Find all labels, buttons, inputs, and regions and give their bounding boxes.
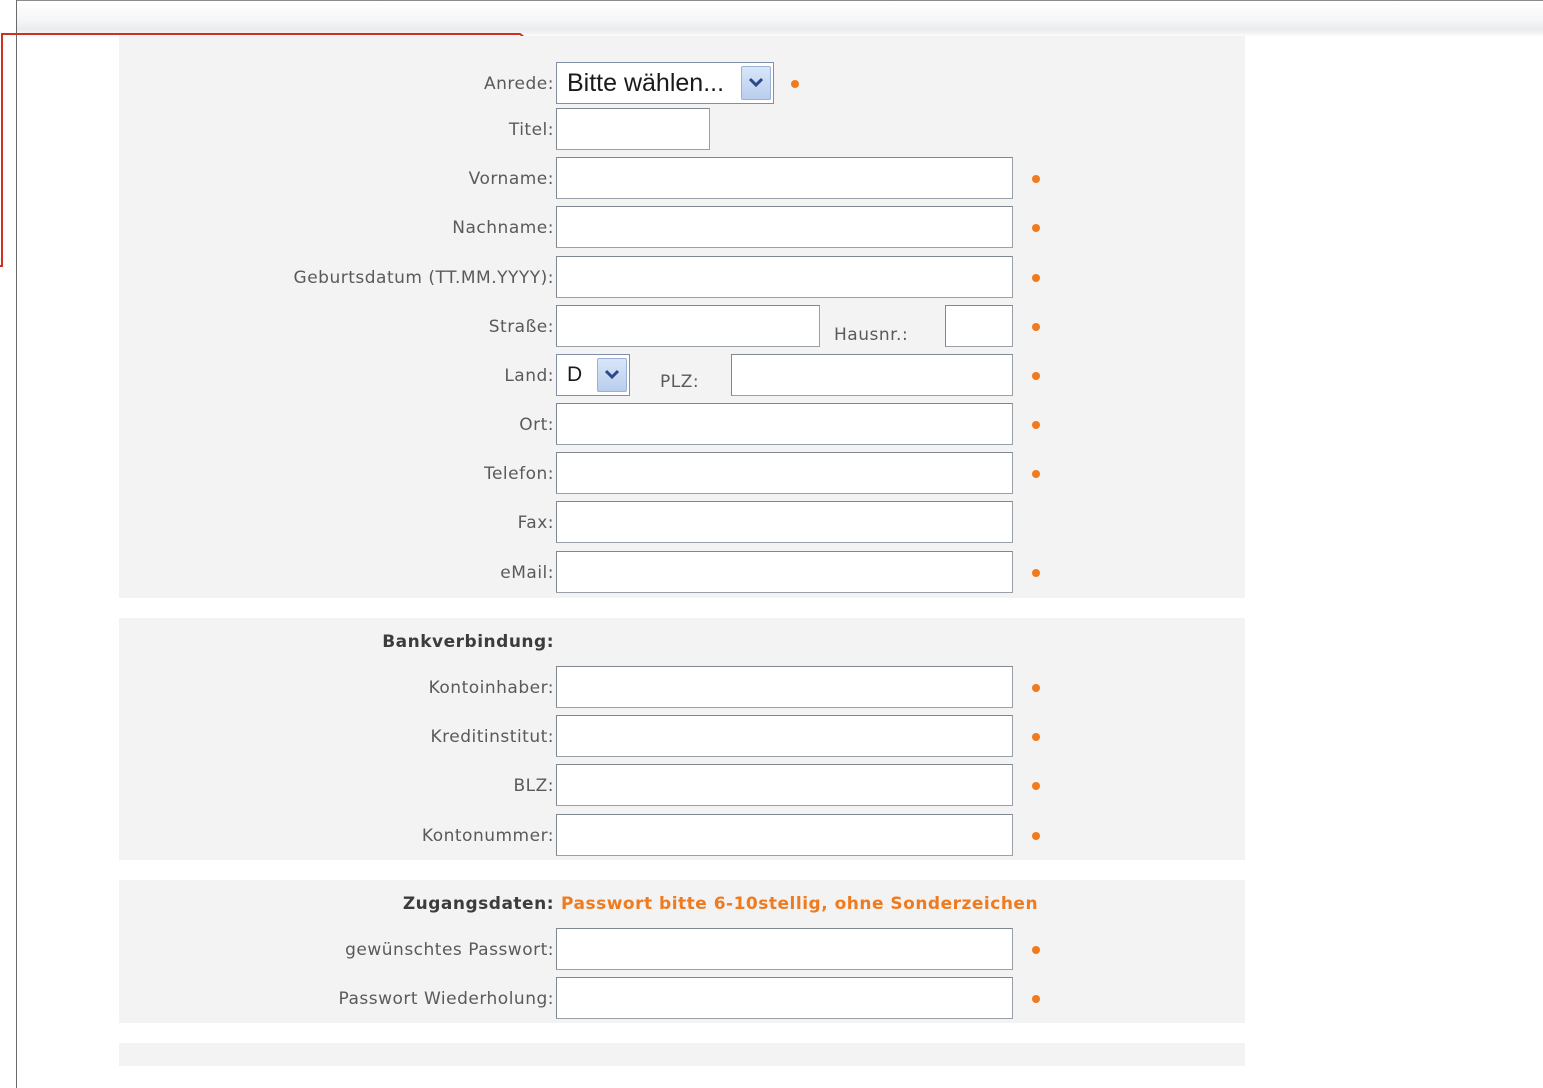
password-repeat-label: Passwort Wiederholung: bbox=[338, 989, 554, 1009]
geburtsdatum-label: Geburtsdatum (TT.MM.YYYY): bbox=[293, 268, 554, 288]
nachname-input[interactable] bbox=[556, 206, 1013, 248]
land-label: Land: bbox=[504, 366, 554, 386]
required-dot-icon bbox=[1032, 995, 1040, 1003]
personal-data-section: Anrede: Bitte wählen... Titel: Vorname: … bbox=[119, 36, 1245, 598]
plz-label: PLZ: bbox=[660, 372, 700, 392]
required-dot-icon bbox=[1032, 733, 1040, 741]
hausnr-label: Hausnr.: bbox=[834, 325, 909, 345]
required-dot-icon bbox=[1032, 684, 1040, 692]
email-label: eMail: bbox=[500, 563, 554, 583]
anrede-label: Anrede: bbox=[484, 74, 554, 94]
kontonummer-input[interactable] bbox=[556, 814, 1013, 856]
access-section: Zugangsdaten: Passwort bitte 6-10stellig… bbox=[119, 880, 1245, 1023]
kreditinstitut-label: Kreditinstitut: bbox=[430, 727, 554, 747]
email-input[interactable] bbox=[556, 551, 1013, 593]
vorname-input[interactable] bbox=[556, 157, 1013, 199]
kontoinhaber-input[interactable] bbox=[556, 666, 1013, 708]
strasse-input[interactable] bbox=[556, 305, 820, 347]
required-dot-icon bbox=[1032, 421, 1040, 429]
titel-input[interactable] bbox=[556, 108, 710, 150]
titel-label: Titel: bbox=[508, 120, 554, 140]
password-input[interactable] bbox=[556, 928, 1013, 970]
plz-input[interactable] bbox=[731, 354, 1013, 396]
ort-input[interactable] bbox=[556, 403, 1013, 445]
required-dot-icon bbox=[1032, 569, 1040, 577]
required-dot-icon bbox=[1032, 832, 1040, 840]
required-dot-icon bbox=[1032, 175, 1040, 183]
fax-label: Fax: bbox=[517, 513, 554, 533]
password-hint: Passwort bitte 6-10stellig, ohne Sonderz… bbox=[561, 894, 1039, 914]
next-section bbox=[119, 1043, 1245, 1066]
bank-section: Bankverbindung: Kontoinhaber: Kreditinst… bbox=[119, 618, 1245, 860]
required-dot-icon bbox=[1032, 323, 1040, 331]
kontoinhaber-label: Kontoinhaber: bbox=[428, 678, 554, 698]
telefon-input[interactable] bbox=[556, 452, 1013, 494]
bank-heading: Bankverbindung: bbox=[382, 632, 554, 652]
nachname-label: Nachname: bbox=[452, 218, 554, 238]
vorname-label: Vorname: bbox=[468, 169, 554, 189]
required-dot-icon bbox=[1032, 782, 1040, 790]
strasse-label: Straße: bbox=[488, 317, 554, 337]
anrede-select-value: Bitte wählen... bbox=[567, 69, 725, 97]
chevron-down-icon[interactable] bbox=[597, 358, 627, 392]
required-dot-icon bbox=[1032, 372, 1040, 380]
required-dot-icon bbox=[1032, 470, 1040, 478]
access-heading: Zugangsdaten: bbox=[402, 894, 554, 914]
kreditinstitut-input[interactable] bbox=[556, 715, 1013, 757]
fax-input[interactable] bbox=[556, 501, 1013, 543]
anrede-select[interactable]: Bitte wählen... bbox=[556, 62, 774, 104]
required-dot-icon bbox=[1032, 274, 1040, 282]
ort-label: Ort: bbox=[519, 415, 554, 435]
required-dot-icon bbox=[791, 80, 799, 88]
blz-input[interactable] bbox=[556, 764, 1013, 806]
land-select-value: D bbox=[567, 363, 583, 386]
telefon-label: Telefon: bbox=[483, 464, 554, 484]
required-dot-icon bbox=[1032, 946, 1040, 954]
geburtsdatum-input[interactable] bbox=[556, 256, 1013, 298]
blz-label: BLZ: bbox=[513, 776, 554, 796]
password-label: gewünschtes Passwort: bbox=[345, 940, 554, 960]
hausnr-input[interactable] bbox=[945, 305, 1013, 347]
kontonummer-label: Kontonummer: bbox=[421, 826, 554, 846]
password-repeat-input[interactable] bbox=[556, 977, 1013, 1019]
land-select[interactable]: D bbox=[556, 354, 630, 396]
chevron-down-icon[interactable] bbox=[741, 66, 771, 100]
required-dot-icon bbox=[1032, 224, 1040, 232]
